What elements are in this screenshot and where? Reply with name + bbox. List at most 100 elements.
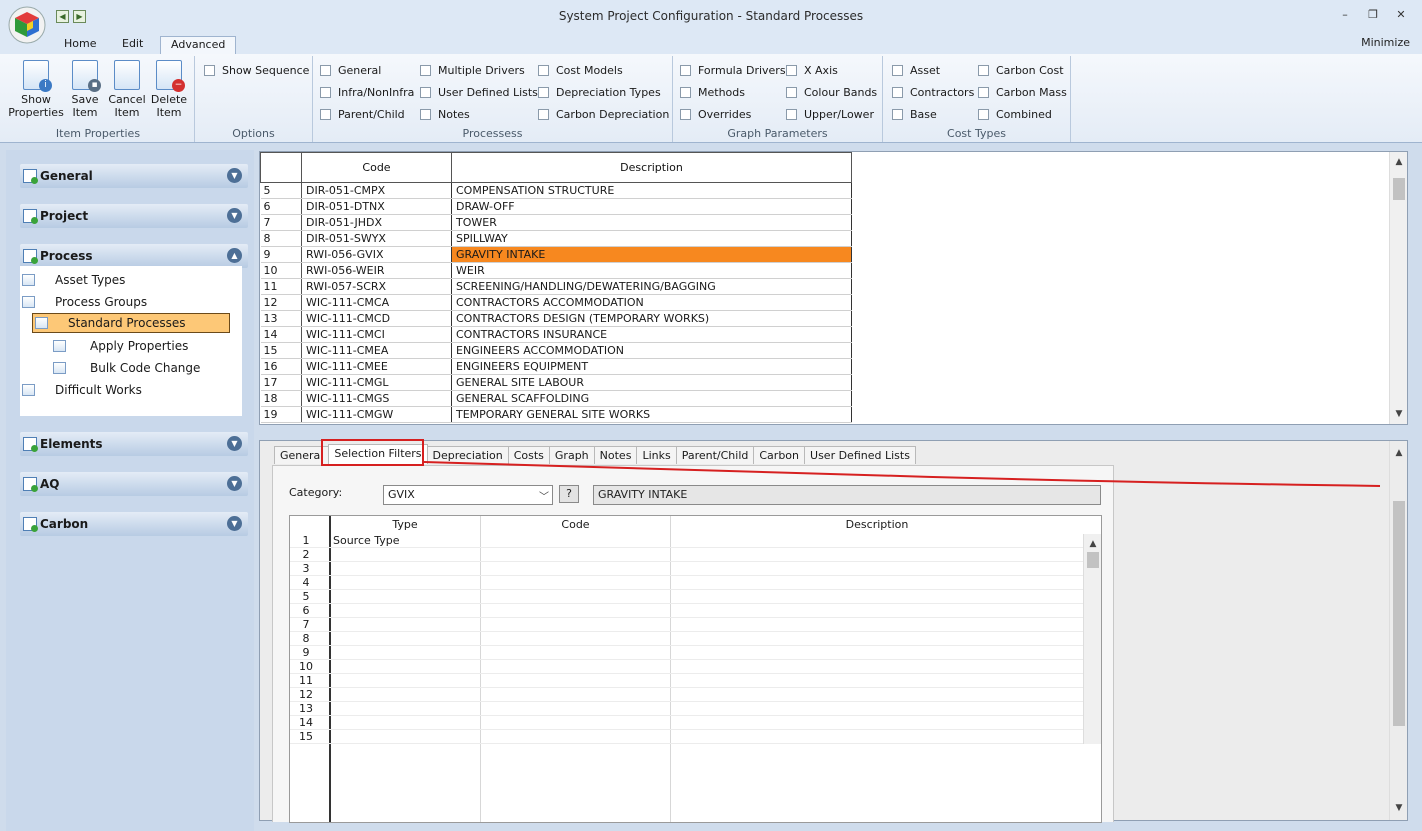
code-cell[interactable]: WIC-111-CMEA bbox=[301, 342, 452, 359]
code-cell[interactable]: WIC-111-CMCD bbox=[301, 310, 452, 327]
carbon-mass-checkbox[interactable]: Carbon Mass bbox=[978, 86, 1067, 99]
details-scrollbar[interactable]: ▲ ▼ bbox=[1389, 441, 1407, 820]
overrides-checkbox[interactable]: Overrides bbox=[680, 108, 751, 121]
description-cell[interactable]: ENGINEERS ACCOMMODATION bbox=[451, 342, 852, 359]
nav-section-general[interactable]: General ▼ bbox=[20, 164, 248, 188]
code-cell[interactable]: DIR-051-JHDX bbox=[301, 214, 452, 231]
combined-checkbox[interactable]: Combined bbox=[978, 108, 1052, 121]
code-cell[interactable]: WIC-111-CMCI bbox=[301, 326, 452, 343]
description-cell[interactable]: TOWER bbox=[451, 214, 852, 231]
carbon-cost-checkbox[interactable]: Carbon Cost bbox=[978, 64, 1064, 77]
table-row[interactable]: 7 DIR-051-JHDX TOWER bbox=[260, 214, 852, 231]
tab-costs[interactable]: Costs bbox=[507, 446, 550, 464]
filter-row[interactable]: 13 bbox=[290, 702, 1083, 716]
chevron-up-icon[interactable]: ▲ bbox=[227, 248, 242, 263]
save-item-button[interactable]: ▪ Save Item bbox=[64, 60, 106, 119]
category-help-button[interactable]: ? bbox=[559, 485, 579, 503]
description-cell[interactable]: GENERAL SITE LABOUR bbox=[451, 374, 852, 391]
tab-advanced[interactable]: Advanced bbox=[160, 36, 237, 54]
code-cell[interactable]: WIC-111-CMCA bbox=[301, 294, 452, 311]
description-cell[interactable]: GENERAL SCAFFOLDING bbox=[451, 390, 852, 407]
filter-grid-scrollbar[interactable]: ▲ bbox=[1083, 534, 1101, 744]
contractors-checkbox[interactable]: Contractors bbox=[892, 86, 974, 99]
minimize-ribbon-button[interactable]: Minimize bbox=[1361, 36, 1410, 49]
filter-row[interactable]: 8 bbox=[290, 632, 1083, 646]
delete-item-button[interactable]: − Delete Item bbox=[148, 60, 190, 119]
row-number-cell[interactable]: 7 bbox=[260, 214, 302, 231]
table-row[interactable]: 19 WIC-111-CMGW TEMPORARY GENERAL SITE WOR… bbox=[260, 406, 852, 423]
nav-section-aq[interactable]: AQ ▼ bbox=[20, 472, 248, 496]
description-cell[interactable]: CONTRACTORS ACCOMMODATION bbox=[451, 294, 852, 311]
row-number-cell[interactable]: 6 bbox=[260, 198, 302, 215]
cancel-item-button[interactable]: Cancel Item bbox=[106, 60, 148, 119]
general-checkbox[interactable]: General bbox=[320, 64, 381, 77]
code-cell[interactable]: RWI-057-SCRX bbox=[301, 278, 452, 295]
methods-checkbox[interactable]: Methods bbox=[680, 86, 745, 99]
scroll-thumb[interactable] bbox=[1393, 178, 1405, 200]
filter-row[interactable]: 15 bbox=[290, 730, 1083, 744]
scroll-up-icon[interactable]: ▲ bbox=[1084, 536, 1101, 552]
process-grid-scrollbar[interactable]: ▲ ▼ bbox=[1389, 152, 1407, 424]
filter-row[interactable]: 7 bbox=[290, 618, 1083, 632]
chevron-down-icon[interactable]: ﹀ bbox=[539, 488, 549, 503]
row-number-cell[interactable]: 16 bbox=[260, 358, 302, 375]
scroll-thumb[interactable] bbox=[1393, 501, 1405, 726]
base-checkbox[interactable]: Base bbox=[892, 108, 937, 121]
row-number-cell[interactable]: 17 bbox=[260, 374, 302, 391]
description-cell[interactable]: TEMPORARY GENERAL SITE WORKS bbox=[451, 406, 852, 423]
row-number-cell[interactable]: 11 bbox=[260, 278, 302, 295]
chevron-down-icon[interactable]: ▼ bbox=[227, 436, 242, 451]
show-sequence-checkbox[interactable]: Show Sequence bbox=[204, 64, 309, 77]
user-defined-lists-checkbox[interactable]: User Defined Lists bbox=[420, 86, 538, 99]
category-select[interactable]: GVIX ﹀ bbox=[383, 485, 553, 505]
row-number-cell[interactable]: 5 bbox=[260, 182, 302, 199]
nav-item-apply-properties[interactable]: Apply Properties bbox=[53, 336, 223, 356]
depreciation-types-checkbox[interactable]: Depreciation Types bbox=[538, 86, 661, 99]
code-cell[interactable]: WIC-111-CMGW bbox=[301, 406, 452, 423]
scroll-up-icon[interactable]: ▲ bbox=[1390, 154, 1408, 170]
x-axis-checkbox[interactable]: X Axis bbox=[786, 64, 838, 77]
filter-row[interactable]: 11 bbox=[290, 674, 1083, 688]
code-cell[interactable]: RWI-056-WEIR bbox=[301, 262, 452, 279]
nav-section-project[interactable]: Project ▼ bbox=[20, 204, 248, 228]
tab-carbon[interactable]: Carbon bbox=[753, 446, 806, 464]
close-window-icon[interactable]: ✕ bbox=[1394, 8, 1408, 22]
description-cell[interactable]: COMPENSATION STRUCTURE bbox=[451, 182, 852, 199]
scroll-up-icon[interactable]: ▲ bbox=[1390, 445, 1408, 461]
code-cell[interactable]: DIR-051-SWYX bbox=[301, 230, 452, 247]
table-row[interactable]: 11 RWI-057-SCRX SCREENING/HANDLING/DEWATER… bbox=[260, 278, 852, 295]
table-row[interactable]: 17 WIC-111-CMGL GENERAL SITE LABOUR bbox=[260, 374, 852, 391]
description-cell[interactable]: WEIR bbox=[451, 262, 852, 279]
table-row[interactable]: 13 WIC-111-CMCD CONTRACTORS DESIGN (TEMPOR… bbox=[260, 310, 852, 327]
description-cell[interactable]: CONTRACTORS DESIGN (TEMPORARY WORKS) bbox=[451, 310, 852, 327]
table-row[interactable]: 8 DIR-051-SWYX SPILLWAY bbox=[260, 230, 852, 247]
nav-section-elements[interactable]: Elements ▼ bbox=[20, 432, 248, 456]
table-row[interactable]: 16 WIC-111-CMEE ENGINEERS EQUIPMENT bbox=[260, 358, 852, 375]
type-column-header[interactable]: Type bbox=[330, 516, 480, 533]
chevron-down-icon[interactable]: ▼ bbox=[227, 208, 242, 223]
tab-edit[interactable]: Edit bbox=[112, 36, 153, 54]
filter-row[interactable]: 2 bbox=[290, 548, 1083, 562]
table-row[interactable]: 18 WIC-111-CMGS GENERAL SCAFFOLDING bbox=[260, 390, 852, 407]
nav-section-carbon[interactable]: Carbon ▼ bbox=[20, 512, 248, 536]
tab-home[interactable]: Home bbox=[54, 36, 106, 54]
carbon-depreciation-checkbox[interactable]: Carbon Depreciation bbox=[538, 108, 669, 121]
table-row[interactable]: 12 WIC-111-CMCA CONTRACTORS ACCOMMODATION bbox=[260, 294, 852, 311]
colour-bands-checkbox[interactable]: Colour Bands bbox=[786, 86, 877, 99]
table-row[interactable]: 14 WIC-111-CMCI CONTRACTORS INSURANCE bbox=[260, 326, 852, 343]
notes-checkbox[interactable]: Notes bbox=[420, 108, 470, 121]
filter-row[interactable]: 12 bbox=[290, 688, 1083, 702]
row-number-cell[interactable]: 9 bbox=[260, 246, 302, 263]
nav-item-bulk-code-change[interactable]: Bulk Code Change bbox=[53, 358, 223, 378]
description-cell[interactable]: SCREENING/HANDLING/DEWATERING/BAGGING bbox=[451, 278, 852, 295]
formula-drivers-checkbox[interactable]: Formula Drivers bbox=[680, 64, 786, 77]
row-number-cell[interactable]: 14 bbox=[260, 326, 302, 343]
table-row[interactable]: 9 RWI-056-GVIX GRAVITY INTAKE bbox=[260, 246, 852, 263]
code-cell[interactable]: DIR-051-CMPX bbox=[301, 182, 452, 199]
filter-row[interactable]: 3 bbox=[290, 562, 1083, 576]
table-row[interactable]: 6 DIR-051-DTNX DRAW-OFF bbox=[260, 198, 852, 215]
row-number-cell[interactable]: 15 bbox=[260, 342, 302, 359]
tab-links[interactable]: Links bbox=[636, 446, 677, 464]
show-properties-button[interactable]: i Show Properties bbox=[8, 60, 64, 119]
type-cell[interactable]: Source Type bbox=[333, 534, 400, 548]
